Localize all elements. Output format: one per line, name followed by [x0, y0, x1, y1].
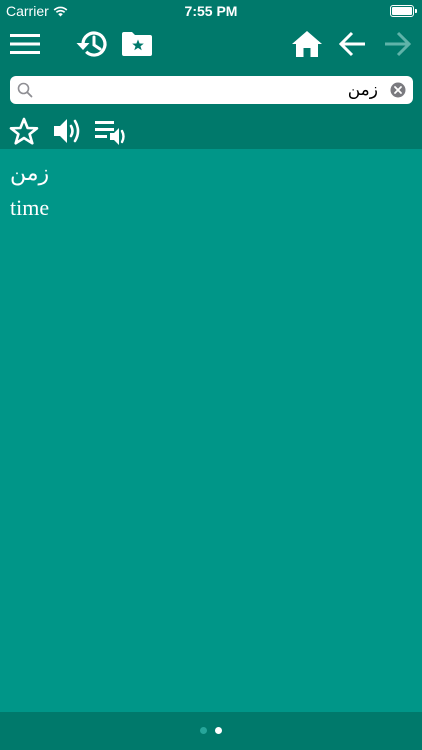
search-icon [17, 82, 33, 98]
back-arrow-icon [339, 31, 365, 57]
search-bar[interactable] [10, 76, 413, 104]
bottom-bar [0, 712, 422, 750]
page-indicator[interactable] [0, 727, 422, 734]
headword: زمن [10, 161, 50, 186]
forward-arrow-icon [385, 31, 411, 57]
history-icon [76, 31, 107, 57]
top-bar: Carrier 7:55 PM [0, 0, 422, 149]
playlist-audio-button[interactable] [93, 116, 129, 148]
forward-button[interactable] [381, 30, 413, 58]
favorite-button[interactable] [8, 115, 40, 147]
search-input[interactable] [38, 78, 378, 102]
menu-button[interactable] [8, 30, 42, 58]
translation: time [10, 195, 50, 220]
clear-icon[interactable] [390, 82, 406, 98]
speak-button[interactable] [51, 115, 85, 147]
star-icon [9, 117, 39, 145]
home-icon [292, 31, 322, 57]
page-dot-1[interactable] [200, 727, 207, 734]
favorites-folder-button[interactable] [120, 30, 154, 58]
status-time: 7:55 PM [184, 3, 238, 19]
page-dot-2[interactable] [215, 727, 222, 734]
playlist-audio-icon [95, 121, 125, 145]
status-bar: Carrier 7:55 PM [0, 0, 422, 22]
entry-content: زمن time [0, 149, 422, 712]
battery-icon [390, 5, 417, 17]
speaker-icon [54, 119, 80, 143]
menu-icon [10, 34, 40, 54]
home-button[interactable] [290, 28, 324, 60]
back-button[interactable] [337, 30, 369, 58]
favorites-folder-icon [122, 32, 152, 56]
history-button[interactable] [74, 28, 110, 60]
